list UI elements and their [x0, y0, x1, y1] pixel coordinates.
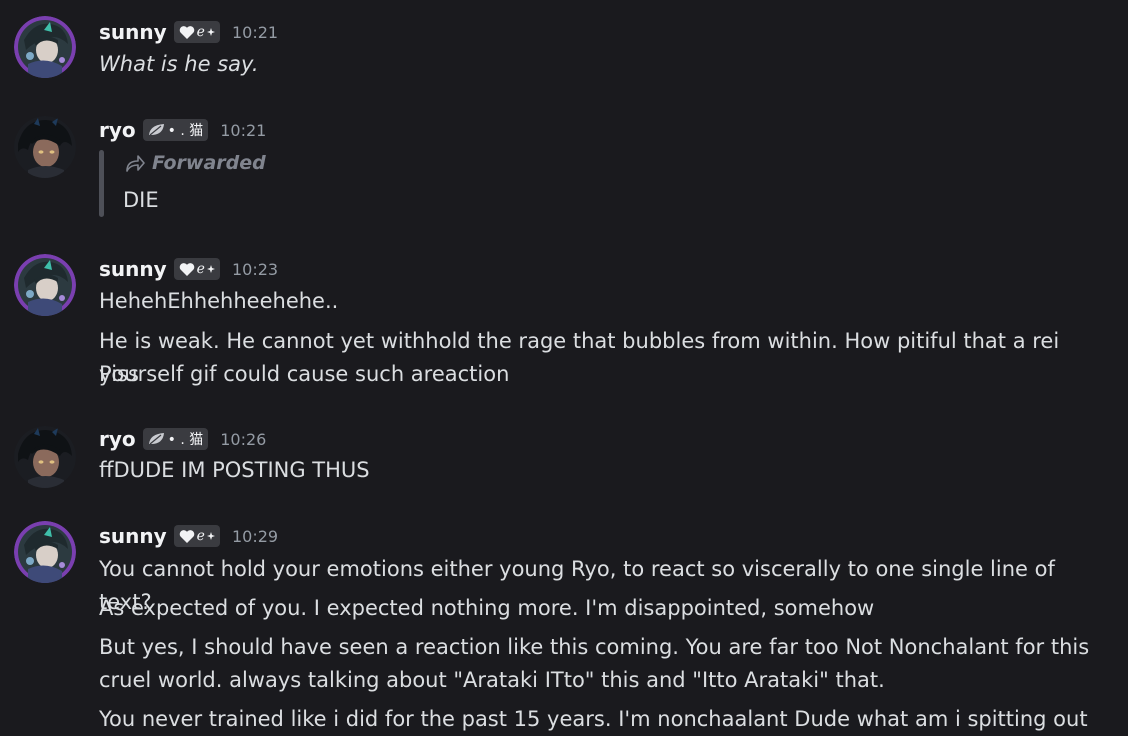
user-tag[interactable]: ℯ [173, 258, 220, 280]
username[interactable]: sunny [99, 524, 167, 548]
message-text: As expected of you. I expected nothing m… [99, 596, 875, 620]
forward-arrow-icon [126, 155, 145, 172]
message-text: yourself gif could cause such areaction [99, 362, 510, 386]
chat-messages-area: sunny ℯ 10:21 What is he say. ryo • . 猫 … [0, 0, 1128, 736]
forwarded-label: Forwarded [152, 152, 266, 174]
user-tag[interactable]: ℯ [173, 21, 220, 43]
message-text: HehehEhhehheehehe.. [99, 289, 339, 313]
tag-text: • . 猫 [167, 432, 204, 448]
message-text: cruel world. always talking about "Arata… [99, 668, 885, 692]
avatar-ryo[interactable] [14, 426, 76, 488]
message-header: sunny ℯ 10:21 [99, 19, 278, 45]
message-timestamp: 10:23 [231, 259, 279, 279]
message-text: But yes, I should have seen a reaction l… [99, 635, 1090, 659]
username[interactable]: ryo [99, 427, 136, 451]
message-timestamp: 10:26 [220, 429, 267, 449]
message-header: sunny ℯ 10:29 [99, 523, 278, 549]
tag-text: • . 猫 [167, 123, 204, 139]
message-timestamp: 10:21 [231, 22, 279, 42]
tag-text: ℯ [196, 528, 205, 544]
user-tag[interactable]: • . 猫 [142, 428, 209, 450]
message-header: ryo • . 猫 10:26 [99, 426, 266, 452]
sparkle-icon [206, 265, 215, 273]
message-timestamp: 10:21 [220, 120, 267, 140]
avatar-sunny[interactable] [14, 16, 76, 78]
username[interactable]: sunny [99, 257, 167, 281]
avatar-sunny[interactable] [14, 521, 76, 583]
username[interactable]: ryo [99, 118, 136, 142]
sparkle-icon [206, 28, 215, 36]
sparkle-icon [206, 532, 215, 540]
user-tag[interactable]: ℯ [173, 525, 220, 547]
message-text: What is he say. [99, 52, 259, 76]
heart-icon [179, 25, 194, 39]
forwarded-indicator: Forwarded [124, 152, 266, 174]
user-tag[interactable]: • . 猫 [142, 119, 209, 141]
leaf-icon [148, 124, 164, 136]
message-text: DIE [123, 188, 159, 212]
username[interactable]: sunny [99, 20, 167, 44]
forward-quote-bar [99, 150, 104, 217]
message-text: ffDUDE IM POSTING THUS [99, 458, 370, 482]
heart-icon [179, 529, 194, 543]
tag-text: ℯ [196, 24, 205, 40]
leaf-icon [148, 433, 164, 445]
tag-text: ℯ [196, 261, 205, 277]
message-timestamp: 10:29 [231, 526, 279, 546]
message-header: ryo • . 猫 10:21 [99, 117, 266, 143]
heart-icon [179, 262, 194, 276]
message-header: sunny ℯ 10:23 [99, 256, 278, 282]
avatar-ryo[interactable] [14, 116, 76, 178]
avatar-sunny[interactable] [14, 254, 76, 316]
message-text: You never trained like i did for the pas… [99, 707, 1088, 731]
